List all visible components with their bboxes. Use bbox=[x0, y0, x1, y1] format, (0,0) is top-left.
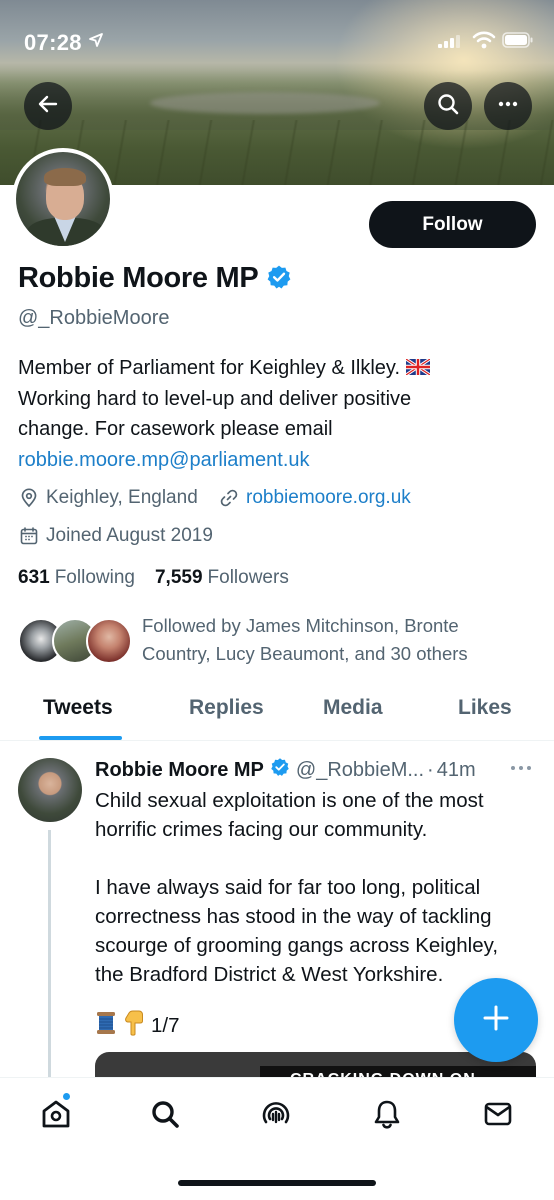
following-stat[interactable]: 631 Following bbox=[18, 567, 135, 589]
followers-stat[interactable]: 7,559 Followers bbox=[155, 567, 289, 589]
thread-line bbox=[48, 830, 51, 1090]
thread-count-text: 1/7 bbox=[151, 1014, 180, 1037]
bio-line: Member of Parliament for Keighley & Ilkl… bbox=[18, 357, 401, 379]
profile-stats: 631 Following 7,559 Followers bbox=[18, 567, 309, 589]
tab-media[interactable]: Media bbox=[323, 696, 383, 720]
back-button[interactable] bbox=[24, 82, 72, 130]
location-text: Keighley, England bbox=[46, 487, 198, 508]
tweet-author-name[interactable]: Robbie Moore MP bbox=[95, 759, 264, 782]
cellular-signal-icon bbox=[438, 34, 460, 53]
tweet-line: scourge of grooming gangs across Keighle… bbox=[95, 934, 499, 957]
nav-search[interactable] bbox=[145, 1096, 185, 1136]
joined-text: Joined August 2019 bbox=[46, 525, 213, 546]
calendar-icon bbox=[18, 525, 40, 547]
spaces-icon bbox=[259, 1097, 293, 1136]
tweet-text: Child sexual exploitation is one of the … bbox=[95, 786, 535, 989]
nav-messages[interactable] bbox=[478, 1096, 518, 1136]
bio-line: change. For casework please email bbox=[18, 418, 333, 440]
avatar-hair bbox=[44, 168, 86, 186]
search-button[interactable] bbox=[424, 82, 472, 130]
followers-label: Followers bbox=[207, 567, 289, 588]
profile-handle: @_RobbieMoore bbox=[18, 307, 170, 329]
tweet-author-handle: @_RobbieM... bbox=[295, 758, 425, 781]
profile-location: Keighley, England bbox=[18, 487, 198, 509]
following-label: Following bbox=[54, 567, 135, 588]
tab-replies[interactable]: Replies bbox=[189, 696, 264, 720]
bell-icon bbox=[371, 1098, 403, 1135]
location-pin-icon bbox=[18, 487, 40, 509]
compose-plus-icon bbox=[482, 1004, 510, 1037]
nav-notifications[interactable] bbox=[367, 1096, 407, 1136]
verified-badge-icon[interactable] bbox=[266, 264, 292, 295]
profile-name-row: Robbie Moore MP bbox=[18, 262, 292, 295]
banner-town bbox=[150, 92, 380, 114]
compose-tweet-button[interactable] bbox=[454, 978, 538, 1062]
tweet-separator: · bbox=[427, 758, 434, 781]
battery-icon bbox=[502, 32, 534, 53]
wifi-icon bbox=[472, 31, 496, 54]
tweet-time[interactable]: 41m bbox=[437, 759, 476, 782]
profile-name: Robbie Moore MP bbox=[18, 262, 259, 294]
tweet-line: correctness has stood in the way of tack… bbox=[95, 905, 492, 928]
bio-line: Working hard to level-up and deliver pos… bbox=[18, 387, 412, 410]
thread-counter: 1/7 bbox=[95, 1010, 180, 1042]
more-options-button[interactable] bbox=[484, 82, 532, 130]
status-bar: 07:28 bbox=[0, 0, 554, 80]
tab-likes[interactable]: Likes bbox=[458, 696, 512, 720]
pointing-down-icon bbox=[123, 1010, 145, 1042]
back-arrow-icon bbox=[36, 92, 60, 121]
follow-button[interactable]: Follow bbox=[369, 201, 536, 248]
thread-spool-icon bbox=[95, 1011, 117, 1041]
search-icon bbox=[149, 1098, 181, 1135]
nav-spaces[interactable] bbox=[256, 1096, 296, 1136]
nav-home[interactable] bbox=[36, 1096, 76, 1136]
home-icon bbox=[39, 1097, 73, 1136]
follower-avatar bbox=[86, 618, 132, 664]
followed-by[interactable]: Followed by James Mitchinson, Bronte Cou… bbox=[18, 612, 538, 668]
mail-icon bbox=[482, 1098, 514, 1135]
bio-email-link[interactable]: robbie.moore.mp@parliament.uk bbox=[18, 445, 538, 476]
tab-tweets[interactable]: Tweets bbox=[43, 696, 113, 720]
verified-badge-icon bbox=[270, 757, 290, 783]
tweet-header: Robbie Moore MP @_RobbieM... · 41m bbox=[95, 757, 476, 783]
tweet-line: the Bradford District & West Yorkshire. bbox=[95, 963, 444, 986]
link-icon bbox=[218, 487, 240, 509]
location-arrow-icon bbox=[88, 32, 104, 53]
followed-by-line: Followed by James Mitchinson, Bronte bbox=[142, 615, 459, 636]
uk-flag-icon bbox=[405, 354, 431, 377]
more-icon bbox=[496, 92, 520, 121]
tweet-line: I have always said for far too long, pol… bbox=[95, 876, 481, 899]
following-count: 631 bbox=[18, 567, 50, 588]
search-icon bbox=[436, 92, 460, 121]
followed-by-line: Country, Lucy Beaumont, and 30 others bbox=[142, 643, 468, 664]
profile-tabs: Tweets Replies Media Likes bbox=[0, 686, 554, 741]
home-indicator[interactable] bbox=[178, 1180, 376, 1186]
status-time: 07:28 bbox=[24, 30, 82, 55]
home-notification-dot bbox=[62, 1092, 71, 1101]
active-tab-indicator bbox=[39, 736, 122, 740]
website-link[interactable]: robbiemoore.org.uk bbox=[246, 487, 411, 509]
profile-bio: Member of Parliament for Keighley & Ilkl… bbox=[18, 353, 538, 475]
tweet-line: horrific crimes facing our community. bbox=[95, 818, 428, 841]
profile-joined: Joined August 2019 bbox=[18, 525, 213, 547]
tweet-avatar[interactable] bbox=[18, 758, 82, 822]
followers-count: 7,559 bbox=[154, 567, 203, 588]
tweet-line: Child sexual exploitation is one of the … bbox=[95, 789, 484, 812]
profile-website[interactable]: robbiemoore.org.uk bbox=[218, 487, 411, 509]
tweet-more-icon[interactable] bbox=[510, 760, 532, 778]
followed-by-text: Followed by James Mitchinson, Bronte Cou… bbox=[142, 612, 532, 668]
profile-avatar[interactable] bbox=[12, 148, 114, 250]
